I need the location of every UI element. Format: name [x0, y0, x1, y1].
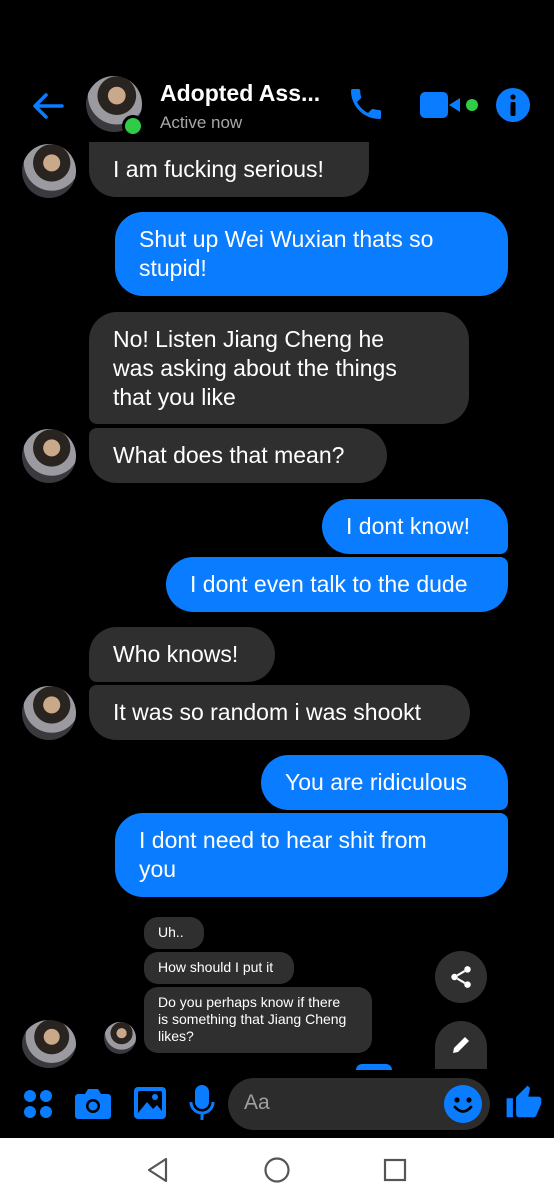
sender-avatar[interactable] — [22, 429, 76, 483]
info-icon[interactable] — [494, 86, 532, 124]
message-outgoing[interactable]: I dont know! — [322, 499, 508, 554]
message-outgoing[interactable]: I dont even talk to the dude — [166, 557, 508, 612]
online-status-dot — [122, 115, 144, 137]
shared-message: Do you perhaps know if there is somethin… — [144, 987, 372, 1053]
system-navigation-bar — [0, 1138, 554, 1200]
video-camera-icon[interactable] — [418, 90, 482, 120]
message-composer: Aa — [0, 1070, 554, 1138]
active-status: Active now — [160, 113, 243, 132]
message-outgoing[interactable]: I dont need to hear shit from you — [115, 813, 508, 897]
share-button[interactable] — [435, 951, 487, 1003]
message-input-placeholder: Aa — [244, 1091, 270, 1114]
conversation-header: Adopted Ass... Active now — [0, 0, 554, 150]
back-arrow-icon[interactable] — [28, 86, 68, 126]
pencil-icon — [453, 1037, 469, 1053]
share-icon — [451, 966, 471, 988]
sender-avatar[interactable] — [22, 144, 76, 198]
emoji-icon[interactable] — [444, 1085, 482, 1123]
message-input[interactable]: Aa — [228, 1078, 490, 1130]
back-triangle-icon[interactable] — [144, 1156, 172, 1184]
message-outgoing[interactable]: Shut up Wei Wuxian thats so stupid! — [115, 212, 508, 296]
sender-avatar[interactable] — [22, 1020, 76, 1068]
message-incoming[interactable]: It was so random i was shookt — [89, 685, 470, 740]
message-incoming[interactable]: I am fucking serious! — [89, 142, 369, 197]
shared-message: Uh.. — [144, 917, 204, 949]
message-incoming[interactable]: What does that mean? — [89, 428, 387, 483]
apps-icon[interactable] — [22, 1088, 54, 1120]
sender-avatar[interactable] — [22, 686, 76, 740]
recents-square-icon[interactable] — [381, 1156, 409, 1184]
gallery-icon[interactable] — [133, 1086, 167, 1120]
home-circle-icon[interactable] — [263, 1156, 291, 1184]
message-incoming[interactable]: Who knows! — [89, 627, 275, 682]
contact-name[interactable]: Adopted Ass... — [160, 80, 320, 107]
shared-message: How should I put it — [144, 952, 294, 984]
phone-icon[interactable] — [346, 84, 386, 124]
message-outgoing[interactable]: You are ridiculous — [261, 755, 508, 810]
microphone-icon[interactable] — [189, 1084, 215, 1122]
edit-button[interactable] — [435, 1021, 487, 1069]
shared-avatar — [104, 1022, 136, 1054]
thumbs-up-icon[interactable] — [505, 1084, 543, 1122]
message-incoming[interactable]: No! Listen Jiang Cheng he was asking abo… — [89, 312, 469, 424]
camera-icon[interactable] — [74, 1086, 112, 1120]
